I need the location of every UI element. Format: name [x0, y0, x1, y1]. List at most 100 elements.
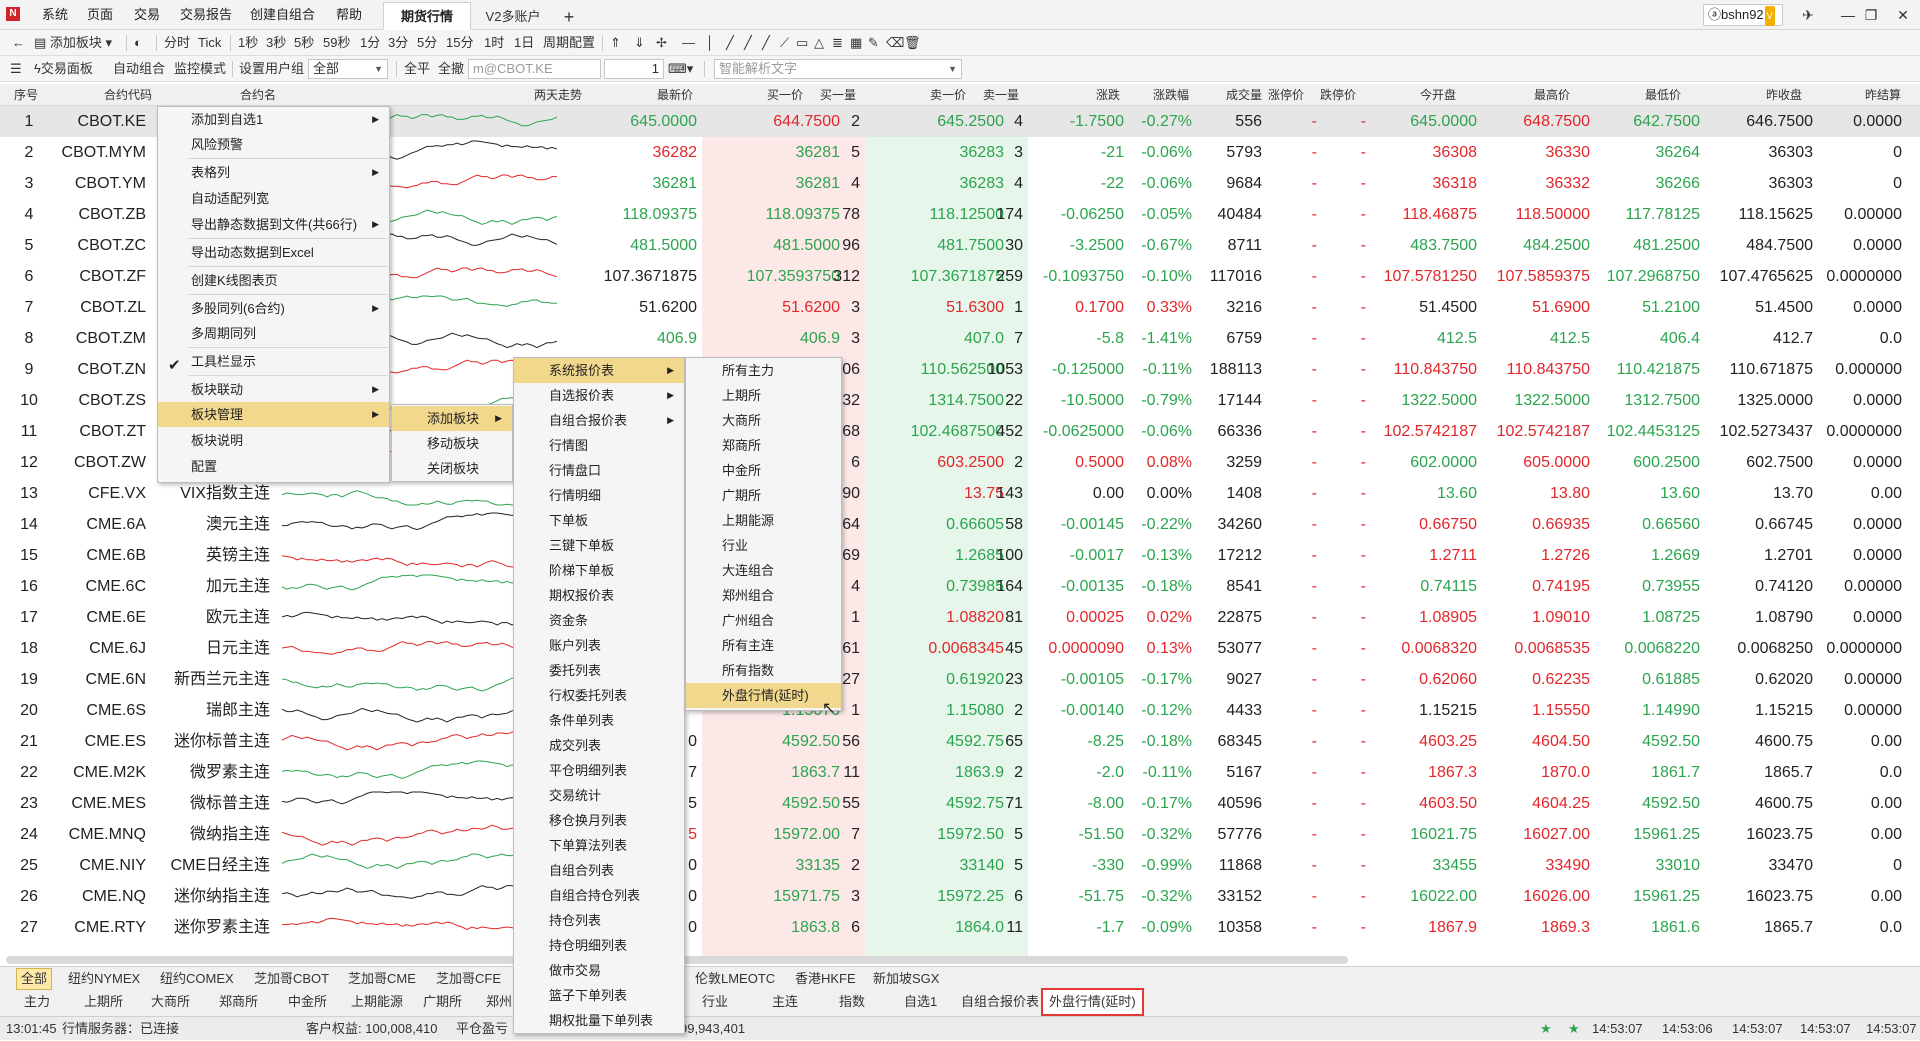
- trade-panel-button[interactable]: ϟ交易面板: [34, 56, 93, 82]
- table-row[interactable]: 20CME.6S瑞郎主连1.1507011.150802-0.00140-0.1…: [0, 695, 1920, 726]
- fib-icon[interactable]: ≣: [832, 30, 843, 56]
- period-59s[interactable]: 59秒: [323, 30, 350, 56]
- system-quote-item[interactable]: 郑商所: [686, 433, 841, 458]
- col-bid[interactable]: 买一价: [767, 84, 803, 106]
- col-volume[interactable]: 成交量: [1226, 84, 1262, 106]
- system-quote-item[interactable]: 郑州组合: [686, 583, 841, 608]
- table-row[interactable]: 19 CME.6N 新西兰元主连 27 0.61920 23 -0.00105 -0.17% 9…: [0, 664, 1920, 695]
- add-board-item[interactable]: 条件单列表: [514, 708, 684, 733]
- period-3s[interactable]: 3秒: [266, 30, 286, 56]
- period-1m[interactable]: 1分: [360, 30, 380, 56]
- add-board-item[interactable]: 行情明细: [514, 483, 684, 508]
- tab-czce[interactable]: 郑商所: [219, 990, 258, 1014]
- menu-trade-report[interactable]: 交易报告: [180, 0, 232, 30]
- menu-multi-period[interactable]: 多周期同列: [158, 321, 389, 346]
- add-board-item[interactable]: 系统报价表 ▶: [514, 358, 684, 383]
- add-board-item[interactable]: 自组合列表: [514, 858, 684, 883]
- tab-sgx[interactable]: 新加坡SGX: [873, 967, 939, 991]
- tab-cme[interactable]: 芝加哥CME: [348, 967, 416, 991]
- tab-main[interactable]: 主力: [24, 990, 50, 1014]
- system-quote-item[interactable]: 大连组合: [686, 558, 841, 583]
- collapse-up-icon[interactable]: ⇑: [610, 30, 621, 56]
- period-tick[interactable]: Tick: [198, 30, 221, 56]
- tab-zhengzhou[interactable]: 郑州: [486, 990, 512, 1014]
- table-row[interactable]: 24 CME.MNQ 微纳指主连 5 15972.00 7 15972.50 5 -51.50-…: [0, 819, 1920, 850]
- menu-table-columns[interactable]: 表格列 ▶: [158, 160, 389, 185]
- menu-config[interactable]: 配置: [158, 454, 389, 479]
- menu-board-manage[interactable]: 板块管理 ▶: [158, 402, 389, 427]
- tab-combo-quotes[interactable]: 自组合报价表: [961, 990, 1039, 1014]
- system-quote-item[interactable]: 上期所: [686, 383, 841, 408]
- add-tab-button[interactable]: +: [556, 2, 582, 30]
- period-timeshare[interactable]: 分时: [164, 30, 190, 56]
- menu-toolbar-display[interactable]: ✔ 工具栏显示: [158, 349, 389, 374]
- user-account-box[interactable]: ⓐbshn92 V: [1703, 4, 1783, 26]
- expand-icon[interactable]: ✢: [656, 30, 667, 56]
- qty-input[interactable]: 1: [604, 59, 664, 79]
- close-icon[interactable]: ✕: [1888, 0, 1918, 30]
- table-row[interactable]: 18 CME.6J 日元主连 61 0.0068345 45 0.0000090 0.13% 5…: [0, 633, 1920, 664]
- system-quote-item[interactable]: 所有主连: [686, 633, 841, 658]
- table-row[interactable]: 15 CME.6B 英镑主连 69 1.2685 100 -0.0017 -0.13% 1721…: [0, 540, 1920, 571]
- system-quote-item[interactable]: 所有指数: [686, 658, 841, 683]
- period-5m[interactable]: 5分: [417, 30, 437, 56]
- add-board-item[interactable]: 做市交易: [514, 958, 684, 983]
- col-prev-close[interactable]: 昨收盘: [1766, 84, 1802, 106]
- tab-continuous[interactable]: 主连: [772, 990, 798, 1014]
- col-open[interactable]: 今开盘: [1420, 84, 1456, 106]
- menu-close-board[interactable]: 关闭板块: [392, 456, 512, 481]
- restore-icon[interactable]: ❐: [1856, 0, 1886, 30]
- system-quote-item[interactable]: 所有主力: [686, 358, 841, 383]
- table-row[interactable]: 16 CME.6C 加元主连 4 0.73985 164 -0.00135 -0.18% 854…: [0, 571, 1920, 602]
- table-row[interactable]: 17 CME.6E 欧元主连 1 1.08820 81 0.00025 0.02% 22875 -…: [0, 602, 1920, 633]
- table-row[interactable]: 22 CME.M2K 微罗素主连 7 1863.7 11 1863.9 2 -2.0 -0.11%…: [0, 757, 1920, 788]
- system-quote-item[interactable]: 广期所: [686, 483, 841, 508]
- eraser-icon[interactable]: ⌫: [886, 30, 904, 56]
- table-row[interactable]: 27 CME.RTY 迷你罗素主连 0 1863.8 6 1864.0 11 -1.7 -0.09…: [0, 912, 1920, 943]
- add-board-item[interactable]: 交易统计: [514, 783, 684, 808]
- ray2-icon[interactable]: ╱: [744, 30, 752, 56]
- tab-hkfe[interactable]: 香港HKFE: [795, 967, 856, 991]
- tab-lmeotc[interactable]: 伦敦LMEOTC: [695, 967, 775, 991]
- menu-page[interactable]: 页面: [87, 0, 113, 30]
- tab-cfe[interactable]: 芝加哥CFE: [436, 967, 501, 991]
- period-1s[interactable]: 1秒: [238, 30, 258, 56]
- add-board-item[interactable]: 自组合报价表 ▶: [514, 408, 684, 433]
- col-low[interactable]: 最低价: [1645, 84, 1681, 106]
- period-config[interactable]: 周期配置: [543, 30, 595, 56]
- add-board-item[interactable]: 下单算法列表: [514, 833, 684, 858]
- menu-move-board[interactable]: 移动板块: [392, 431, 512, 456]
- period-1h[interactable]: 1时: [484, 30, 504, 56]
- add-board-item[interactable]: 平仓明细列表: [514, 758, 684, 783]
- period-15m[interactable]: 15分: [446, 30, 473, 56]
- tab-watchlist1[interactable]: 自选1: [904, 990, 937, 1014]
- menu-export-excel[interactable]: 导出动态数据到Excel: [158, 240, 389, 265]
- add-board-item[interactable]: 移仓换月列表: [514, 808, 684, 833]
- smart-parse-input[interactable]: 智能解析文字 ▼: [714, 59, 962, 79]
- add-board-item[interactable]: 下单板: [514, 508, 684, 533]
- keyboard-icon[interactable]: ⌨▾: [668, 56, 693, 82]
- col-index[interactable]: 序号: [14, 84, 38, 106]
- period-5s[interactable]: 5秒: [294, 30, 314, 56]
- system-quote-item[interactable]: 行业: [686, 533, 841, 558]
- add-board-item[interactable]: 行情图: [514, 433, 684, 458]
- period-3m[interactable]: 3分: [388, 30, 408, 56]
- polyline-icon[interactable]: ⟋: [780, 30, 789, 56]
- pin-icon[interactable]: ✈: [1793, 0, 1823, 30]
- system-quote-item[interactable]: 上期能源: [686, 508, 841, 533]
- back-arrow-icon[interactable]: ←: [12, 30, 25, 56]
- col-trend[interactable]: 两天走势: [534, 84, 582, 106]
- col-last[interactable]: 最新价: [657, 84, 693, 106]
- col-change-pct[interactable]: 涨跌幅: [1153, 84, 1189, 106]
- line-icon[interactable]: —: [682, 30, 695, 56]
- add-board-item[interactable]: 成交列表: [514, 733, 684, 758]
- menu-board-desc[interactable]: 板块说明: [158, 428, 389, 453]
- close-all-button[interactable]: 全平: [404, 56, 430, 82]
- tab-dce[interactable]: 大商所: [151, 990, 190, 1014]
- menu-multi-stock[interactable]: 多股同列(6合约) ▶: [158, 296, 389, 321]
- settings-icon[interactable]: ☰: [10, 56, 22, 82]
- ray3-icon[interactable]: ╱: [762, 30, 770, 56]
- add-board-item[interactable]: 行情盘口: [514, 458, 684, 483]
- add-board-item[interactable]: 自组合持仓列表: [514, 883, 684, 908]
- col-limit-up[interactable]: 涨停价: [1268, 84, 1304, 106]
